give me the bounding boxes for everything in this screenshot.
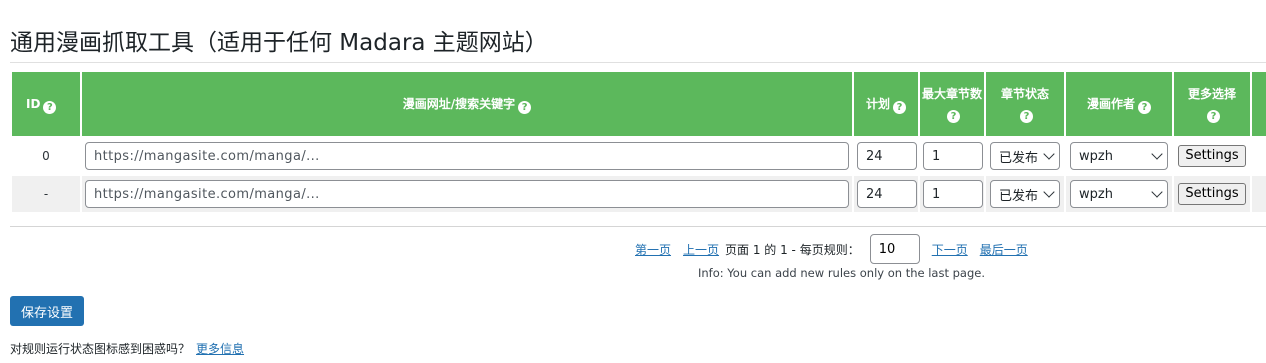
per-page-input[interactable] [869, 234, 920, 264]
next-page-link[interactable]: 下一页 [932, 241, 968, 258]
header-max-chapters: 最大章节数? [918, 70, 986, 138]
help-icon[interactable]: ? [518, 100, 532, 114]
settings-button[interactable]: Settings [1178, 183, 1246, 205]
more-cell: Settings [1172, 174, 1252, 214]
chevron-down-icon [1043, 148, 1055, 160]
url-input[interactable] [85, 142, 849, 170]
chevron-down-icon [1151, 186, 1163, 198]
table-row: 0 已发布 wpzh [10, 136, 1266, 176]
header-plan-label: 计划 [865, 96, 890, 111]
header-more: 更多选择? [1172, 70, 1252, 138]
max-chapters-input[interactable] [923, 142, 983, 170]
footer-question: 对规则运行状态图标感到困惑吗？ [10, 342, 191, 356]
header-id: ID? [10, 70, 82, 138]
max-chapters-input[interactable] [923, 180, 983, 208]
author-cell: wpzh [1064, 174, 1174, 214]
page-title: 通用漫画抓取工具（适用于任何 Madara 主题网站） [10, 30, 548, 56]
header-max-chapters-label: 最大章节数 [922, 87, 983, 101]
plan-cell [852, 136, 920, 176]
chapter-status-value: 已发布 [999, 150, 1039, 166]
header-chapter-status: 章节状态? [984, 70, 1066, 138]
title-divider [10, 62, 1266, 63]
extra-cell [1250, 174, 1266, 214]
more-cell: Settings [1172, 136, 1252, 176]
plan-input[interactable] [857, 180, 917, 208]
header-author-label: 漫画作者 [1086, 96, 1135, 111]
header-extra [1250, 70, 1266, 138]
pagination: 第一页 上一页 页面 1 的 1 - 每页规则： 下一页 最后一页 [635, 234, 1028, 264]
plan-input[interactable] [857, 142, 917, 170]
author-value: wpzh [1079, 148, 1113, 164]
table-header-row: ID? 漫画网址/搜索关键字? 计划? 最大章节数? 章节状态? 漫画作者? 更… [10, 70, 1266, 138]
author-select[interactable]: wpzh [1070, 180, 1168, 208]
pagination-info: Info: You can add new rules only on the … [698, 266, 986, 280]
header-author: 漫画作者? [1064, 70, 1174, 138]
first-page-link[interactable]: 第一页 [635, 241, 671, 258]
help-icon[interactable]: ? [1138, 100, 1151, 114]
table-divider [10, 226, 1266, 227]
chevron-down-icon [1151, 148, 1163, 160]
chapter-status-cell: 已发布 [984, 174, 1066, 214]
url-input[interactable] [85, 180, 849, 208]
author-cell: wpzh [1064, 136, 1174, 176]
footer-note: 对规则运行状态图标感到困惑吗？ 更多信息 [10, 340, 244, 357]
max-chapters-cell [918, 174, 986, 214]
header-more-label: 更多选择 [1187, 87, 1236, 101]
url-cell [80, 136, 854, 176]
settings-button[interactable]: Settings [1178, 145, 1246, 167]
more-info-link[interactable]: 更多信息 [196, 342, 244, 356]
max-chapters-cell [918, 136, 986, 176]
header-url-label: 漫画网址/搜索关键字 [402, 96, 516, 111]
author-select[interactable]: wpzh [1070, 142, 1168, 170]
help-icon[interactable]: ? [893, 100, 906, 114]
row-id: - [10, 174, 82, 214]
row-id: 0 [10, 136, 82, 176]
chapter-status-select[interactable]: 已发布 [990, 180, 1060, 208]
table-row: - 已发布 wpzh [10, 174, 1266, 214]
chapter-status-select[interactable]: 已发布 [990, 142, 1060, 170]
chapter-status-value: 已发布 [999, 188, 1039, 204]
author-value: wpzh [1079, 186, 1113, 202]
prev-page-link[interactable]: 上一页 [683, 241, 719, 258]
help-icon[interactable]: ? [1020, 110, 1033, 123]
help-icon[interactable]: ? [947, 110, 960, 123]
header-url: 漫画网址/搜索关键字? [80, 70, 854, 138]
chevron-down-icon [1043, 186, 1055, 198]
url-cell [80, 174, 854, 214]
help-icon[interactable]: ? [43, 100, 57, 114]
last-page-link[interactable]: 最后一页 [980, 241, 1028, 258]
help-icon[interactable]: ? [1207, 110, 1220, 123]
header-chapter-status-label: 章节状态 [1000, 87, 1049, 101]
header-plan: 计划? [852, 70, 920, 138]
extra-cell [1250, 136, 1266, 176]
rules-table: ID? 漫画网址/搜索关键字? 计划? 最大章节数? 章节状态? 漫画作者? 更… [10, 70, 1266, 214]
header-id-label: ID [26, 96, 41, 111]
page-indicator: 页面 1 的 1 - 每页规则： [725, 242, 860, 257]
chapter-status-cell: 已发布 [984, 136, 1066, 176]
save-settings-button[interactable]: 保存设置 [10, 296, 84, 326]
plan-cell [852, 174, 920, 214]
